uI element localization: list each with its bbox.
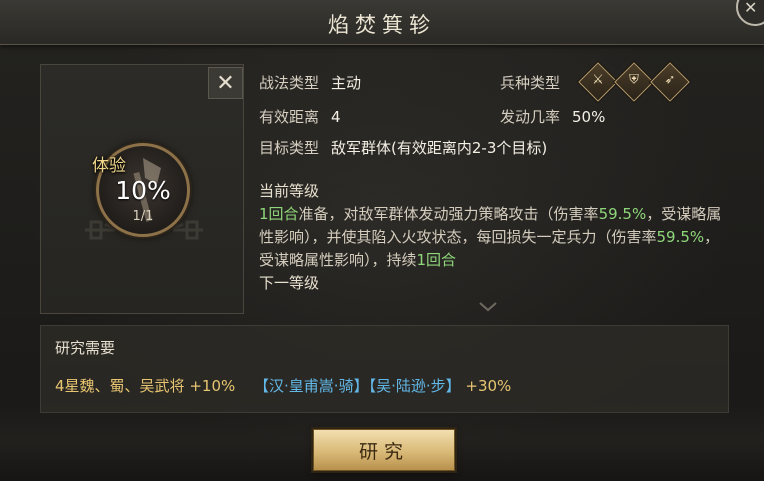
hero-requirement-1[interactable]: 【汉·皇甫嵩·骑】 (254, 377, 369, 395)
title-bar: 焰焚箕轸 (0, 0, 764, 45)
general-bonus: +10% (189, 377, 236, 395)
range-row: 有效距离 4 (259, 106, 341, 127)
close-icon: ✕ (744, 0, 758, 17)
skill-level: 1/1 (132, 209, 154, 224)
tactic-type-row: 战法类型 主动 (259, 72, 361, 93)
troop-type-row: 兵种类型 (500, 72, 560, 93)
skill-portrait-panel: ✕ 10% 1/1 体验 (40, 64, 244, 314)
rounds-highlight: 1回合 (416, 251, 457, 269)
rounds-highlight: 1回合 (259, 205, 299, 223)
troop-type-label: 兵种类型 (500, 74, 561, 92)
range-label: 有效距离 (259, 108, 320, 126)
hero-bonus: +30% (465, 377, 512, 395)
damage-rate-highlight: 59.5% (656, 228, 705, 246)
close-icon: ✕ (216, 70, 235, 96)
next-level-label: 下一等级 (259, 274, 320, 292)
range-value: 4 (331, 108, 341, 126)
chevron-down-icon[interactable] (479, 302, 497, 312)
current-level-text: 1回合准备，对敌军群体发动强力策略攻击（伤害率59.5%，受谋略属性影响），并使… (259, 203, 727, 272)
skill-description: 当前等级 1回合准备，对敌军群体发动强力策略攻击（伤害率59.5%，受谋略属性影… (259, 180, 727, 295)
target-value: 敌军群体(有效距离内2-3个目标) (331, 139, 548, 157)
tactic-type-label: 战法类型 (259, 74, 320, 92)
current-level-label: 当前等级 (259, 182, 320, 200)
target-label: 目标类型 (259, 139, 320, 157)
trigger-rate-label: 发动几率 (500, 108, 561, 126)
trigger-rate-row: 发动几率 50% (500, 106, 605, 127)
research-requirements: 研究需要 4星魏、蜀、吴武将 +10% 【汉·皇甫嵩·骑】【吴·陆逊·步】 +3… (40, 325, 729, 413)
research-button[interactable]: 研究 (313, 429, 455, 471)
close-button[interactable]: ✕ (208, 67, 243, 99)
description-text: 准备，对敌军群体发动强力策略攻击（伤害率 (298, 205, 599, 223)
research-conditions: 4星魏、蜀、吴武将 +10% 【汉·皇甫嵩·骑】【吴·陆逊·步】 +30% (55, 375, 511, 396)
page-title: 焰焚箕轸 (328, 13, 436, 37)
general-requirement: 4星魏、蜀、吴武将 (55, 377, 185, 395)
trigger-rate-value: 50% (572, 108, 606, 126)
progress-percent: 10% (115, 176, 171, 205)
tactic-type-value: 主动 (331, 74, 362, 92)
trial-label: 体验 (92, 156, 126, 176)
hero-requirement-2[interactable]: 【吴·陆逊·步】 (369, 377, 461, 395)
damage-rate-highlight: 59.5% (598, 205, 647, 223)
target-row: 目标类型 敌军群体(有效距离内2-3个目标) (259, 137, 547, 158)
research-title: 研究需要 (55, 339, 116, 357)
